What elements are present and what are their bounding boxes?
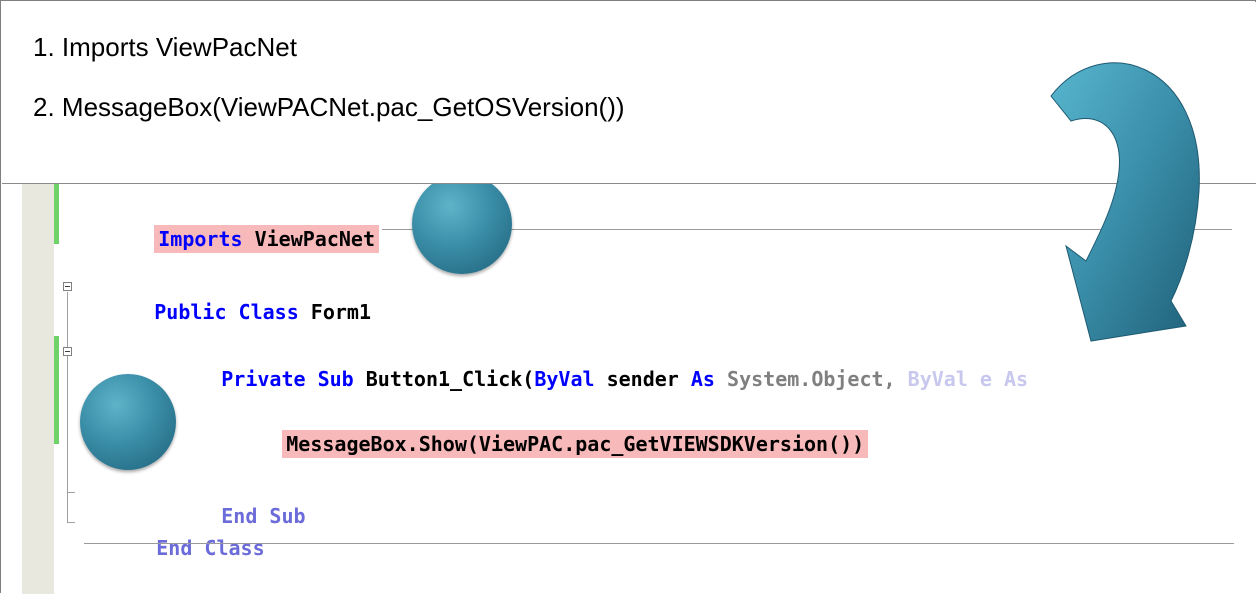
outline-tick-endclass: [67, 522, 75, 523]
keyword-sub: Sub: [317, 367, 354, 391]
messagebox-call: MessageBox.Show(ViewPAC.pac_GetVIEWSDKVe…: [282, 430, 869, 458]
code-line-class: Public Class Form1: [82, 276, 371, 348]
faded-params: ByVal e As: [895, 367, 1029, 391]
outline-tick-endsub: [67, 492, 75, 493]
keyword-class: Class: [238, 300, 299, 324]
editor-gutter: [22, 184, 54, 594]
curved-arrow-icon: [1050, 62, 1200, 342]
step-dot-icon: [80, 374, 176, 470]
keyword-public: Public: [154, 300, 227, 324]
collapse-box-icon[interactable]: [63, 282, 72, 291]
code-line-imports: Imports ViewPacNet: [82, 203, 379, 275]
slide: 1. Imports ViewPacNet 2. MessageBox(View…: [0, 0, 1256, 594]
keyword-private: Private: [221, 367, 306, 391]
code-line-endclass: End Class: [84, 512, 265, 584]
imports-namespace: ViewPacNet: [242, 227, 375, 251]
change-bar-2: [54, 336, 59, 444]
sub-name: Button1_Click(: [353, 367, 535, 391]
class-name: Form1: [298, 300, 372, 324]
change-bar-1: [54, 184, 59, 244]
code-line-sub: Private Sub Button1_Click(ByVal sender A…: [149, 343, 1028, 415]
keyword-byval: ByVal: [534, 367, 595, 391]
collapse-box-icon[interactable]: [63, 347, 72, 356]
outline-vertical: [67, 292, 68, 522]
keyword-imports: Imports: [158, 227, 243, 251]
code-line-messagebox: MessageBox.Show(ViewPAC.pac_GetVIEWSDKVe…: [210, 408, 869, 480]
divider-endclass: [84, 543, 1234, 544]
keyword-end-class: End Class: [156, 536, 265, 560]
keyword-as: As: [690, 367, 715, 391]
type-system-object: System.Object,: [714, 367, 896, 391]
step-2-text: 2. MessageBox(ViewPACNet.pac_GetOSVersio…: [33, 92, 625, 122]
step-dot-icon: [412, 184, 512, 274]
step-1-text: 1. Imports ViewPacNet: [33, 32, 297, 62]
param-sender: sender: [594, 367, 691, 391]
